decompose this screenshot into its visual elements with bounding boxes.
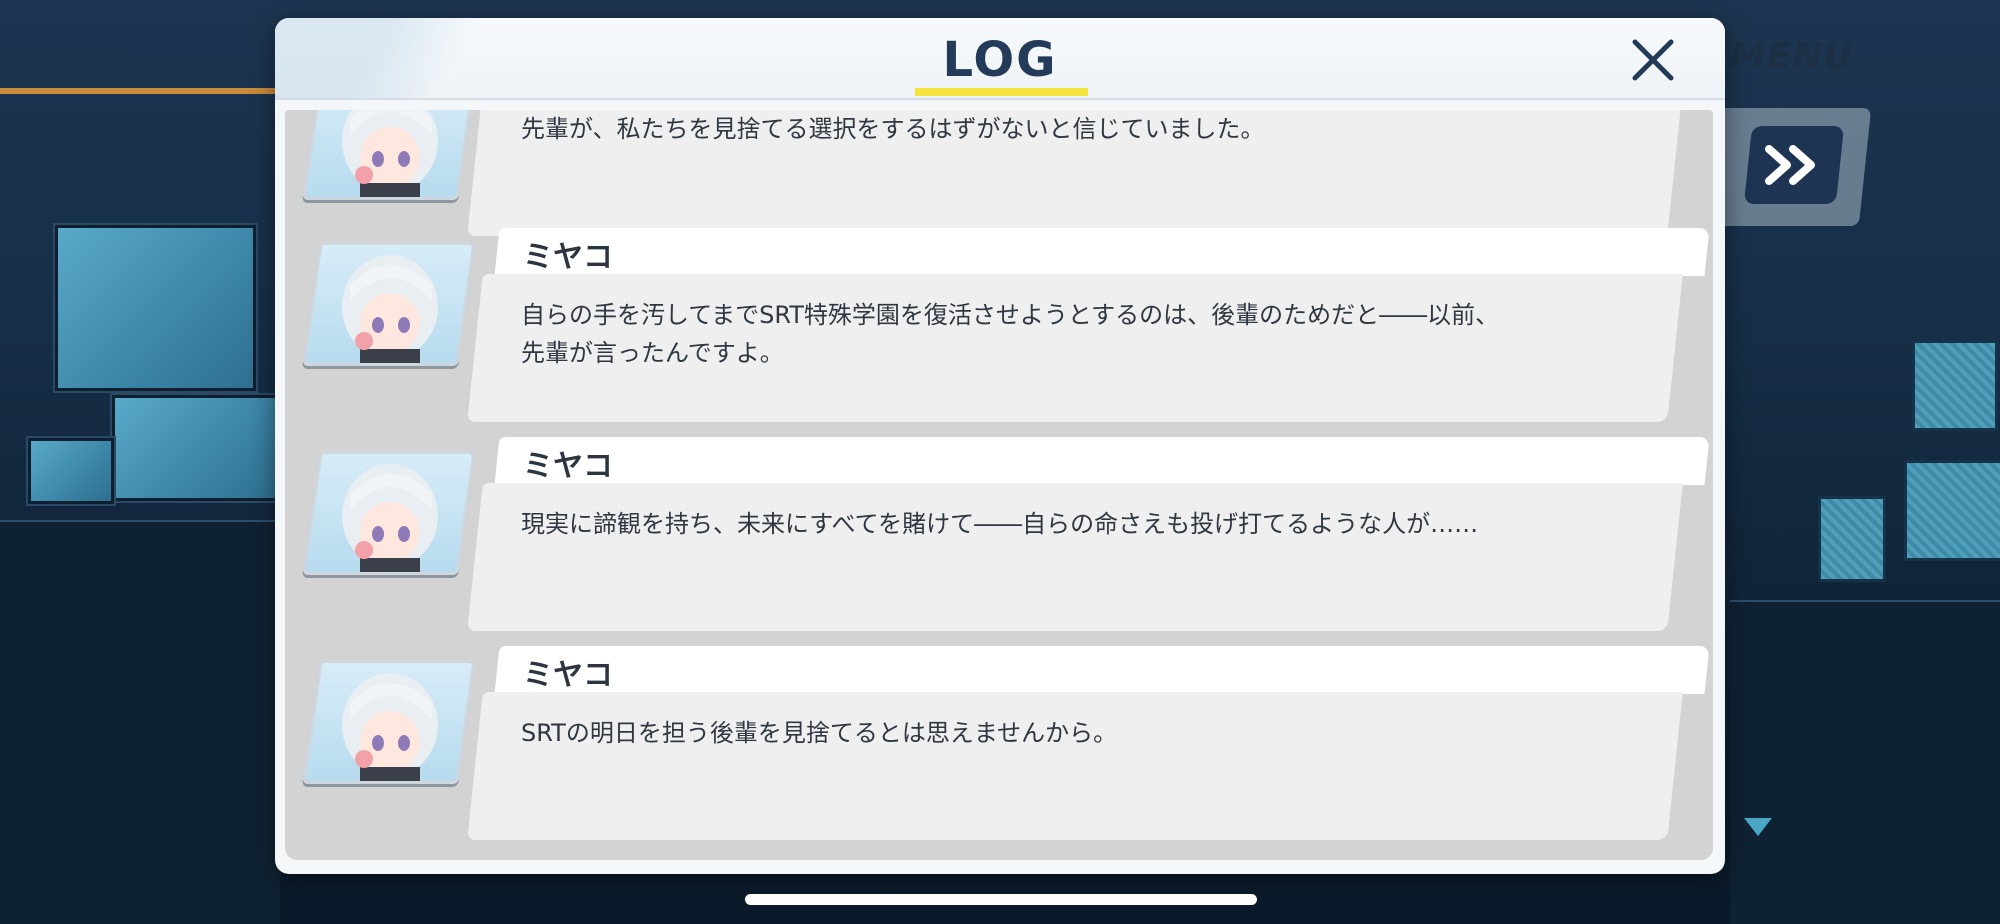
log-dialog: LOG 先輩が、私たちを見捨てる選択をするはずがないと信じていました。 ミヤコ … — [275, 18, 1725, 874]
log-dialog-header: LOG — [275, 18, 1725, 100]
background-window — [1904, 460, 2000, 561]
message-text: 現実に諦観を持ち、未来にすべてを賭けて――自らの命さえも投げ打てるような人が…… — [521, 510, 1479, 538]
background-console — [0, 520, 280, 924]
character-portrait — [302, 110, 476, 200]
background-monitor — [28, 438, 114, 504]
close-button[interactable] — [1625, 32, 1681, 88]
scroll-down-icon — [1744, 818, 1772, 836]
log-title: LOG — [942, 32, 1058, 88]
log-entry: ミヤコ SRTの明日を担う後輩を見捨てるとは思えませんから。 — [285, 646, 1713, 846]
background-window — [1818, 496, 1886, 582]
speaker-name-bar — [494, 646, 1710, 694]
speaker-name: ミヤコ — [523, 449, 613, 484]
home-indicator[interactable] — [745, 894, 1257, 905]
close-icon — [1632, 39, 1674, 81]
log-entry: ミヤコ 自らの手を汚してまでSRT特殊学園を復活させようとするのは、後輩のためだ… — [285, 228, 1713, 428]
character-portrait — [302, 660, 476, 784]
speaker-name: ミヤコ — [523, 240, 613, 275]
speaker-name: ミヤコ — [523, 658, 613, 693]
log-scroll-area[interactable]: 先輩が、私たちを見捨てる選択をするはずがないと信じていました。 ミヤコ 自らの手… — [285, 110, 1713, 860]
background-stripe — [0, 88, 290, 94]
fast-forward-button[interactable] — [1743, 126, 1845, 204]
speaker-name-bar — [494, 437, 1710, 485]
speaker-name-bar — [494, 228, 1710, 276]
log-entry: 先輩が、私たちを見捨てる選択をするはずがないと信じていました。 — [285, 110, 1713, 236]
log-entry: ミヤコ 現実に諦観を持ち、未来にすべてを賭けて――自らの命さえも投げ打てるような… — [285, 437, 1713, 637]
message-text: SRTの明日を担う後輩を見捨てるとは思えませんから。 — [521, 719, 1118, 747]
background-window — [1912, 340, 1998, 431]
background-console — [1730, 600, 2000, 924]
message-text: 先輩が、私たちを見捨てる選択をするはずがないと信じていました。 — [521, 115, 1265, 143]
message-text: 自らの手を汚してまでSRT特殊学園を復活させようとするのは、後輩のためだと――以… — [521, 301, 1500, 367]
title-underline — [915, 88, 1088, 96]
character-portrait — [302, 451, 476, 575]
menu-button[interactable]: MENU — [1730, 36, 1854, 77]
background-monitor — [55, 225, 256, 391]
background-monitor — [112, 395, 278, 501]
fast-forward-icon — [1765, 145, 1815, 185]
character-portrait — [302, 242, 476, 366]
